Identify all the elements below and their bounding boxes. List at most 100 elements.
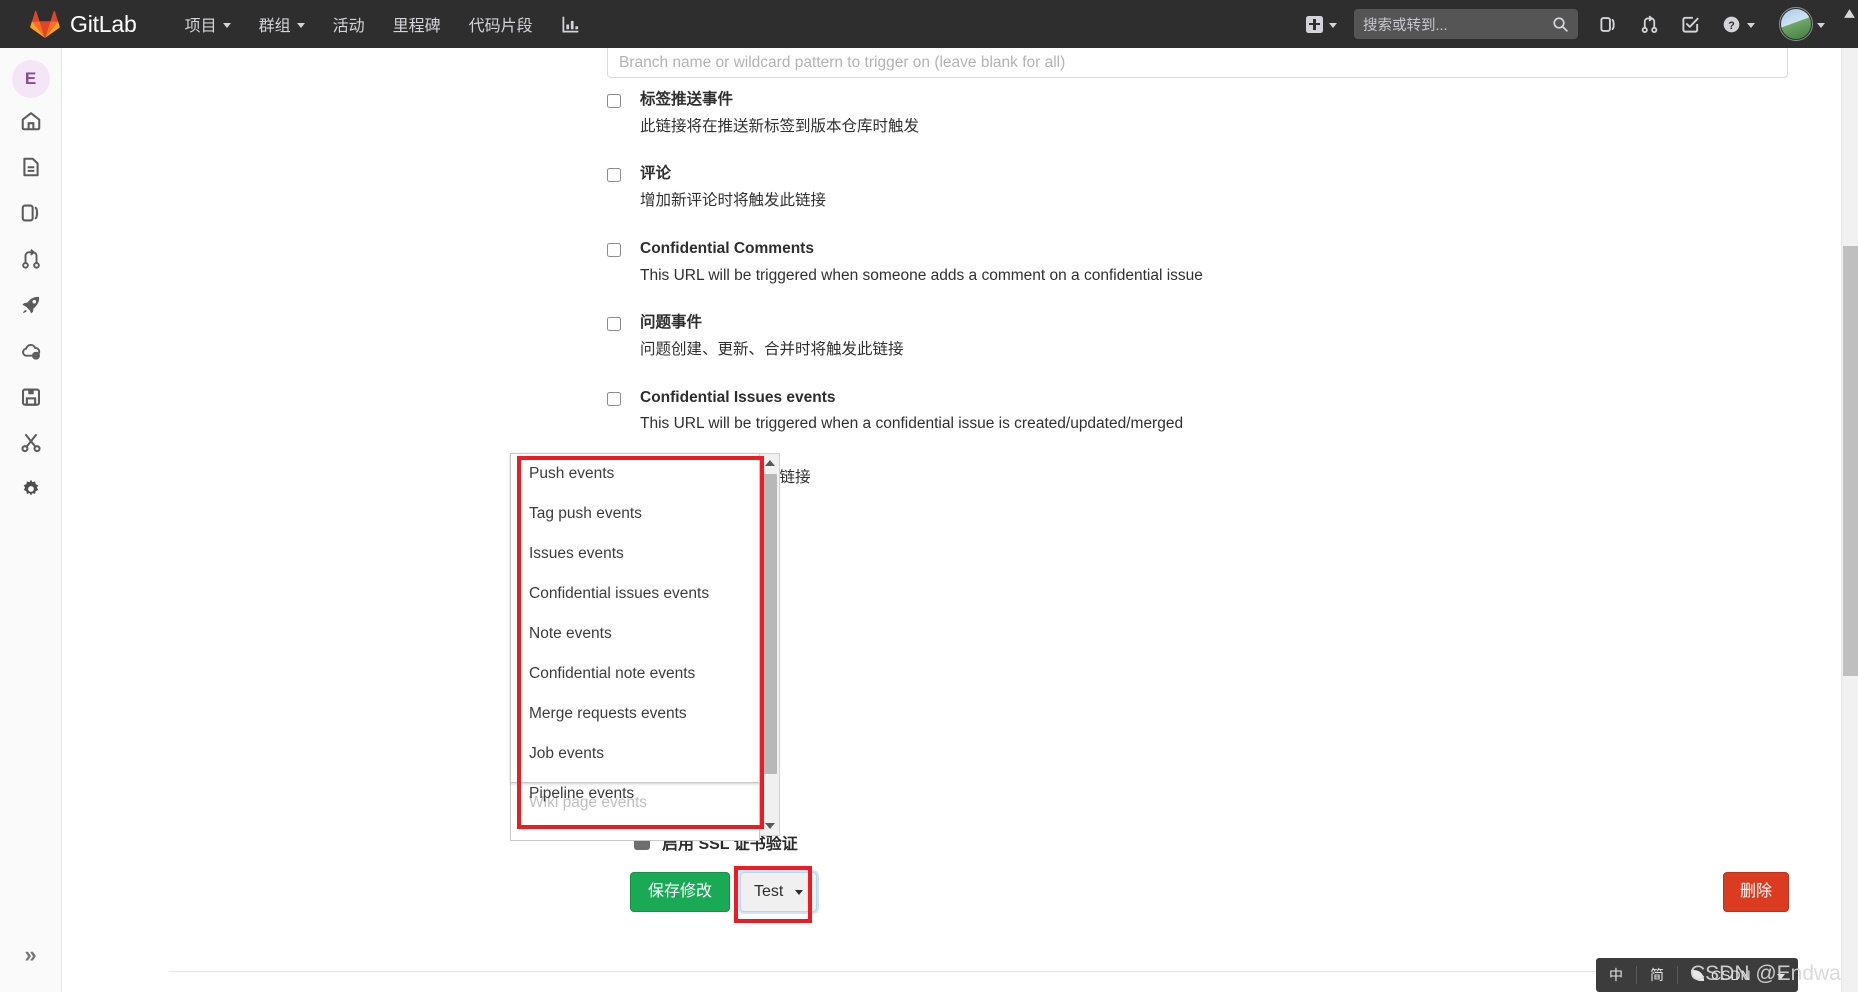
chart-icon (562, 15, 579, 33)
watermark: CSDN @Endwa (1690, 962, 1841, 985)
top-navbar: GitLab 项目 群组 活动 里程碑 代码片段 搜索或转到... ? (0, 0, 1858, 48)
gitlab-brand[interactable]: GitLab (30, 10, 137, 38)
checkbox-issues[interactable] (607, 317, 621, 332)
chevron-down-icon (1329, 22, 1337, 28)
dropdown-item-confidential-issues-events[interactable]: Confidential issues events (511, 574, 759, 614)
trigger-desc: 增加新评论时将触发此链接 (640, 192, 827, 210)
nav-link-activity-label: 活动 (332, 18, 365, 35)
dropdown-item-confidential-note-events[interactable]: Confidential note events (511, 654, 759, 694)
trigger-texts: 评论 增加新评论时将触发此链接 (640, 164, 826, 212)
scroll-up-arrow[interactable] (1843, 6, 1856, 24)
issues-icon (21, 204, 38, 222)
trigger-issues: 问题事件 问题创建、更新、合并时将触发此链接 (607, 313, 1797, 361)
project-avatar[interactable]: E (11, 60, 50, 98)
page-scroll-thumb[interactable] (1843, 246, 1858, 676)
nav-link-analytics[interactable] (547, 0, 594, 48)
plus-square-icon (1306, 15, 1323, 33)
sidebar-item-cicd[interactable] (0, 282, 62, 328)
left-sidebar: E » (0, 48, 62, 992)
sidebar-item-merge-requests[interactable] (0, 236, 62, 282)
save-changes-button[interactable]: 保存修改 (630, 872, 731, 912)
caret-down-icon (795, 890, 804, 896)
chevron-down-icon (1817, 22, 1825, 28)
user-menu-button[interactable] (1766, 0, 1836, 48)
trigger-desc: This URL will be triggered when a confid… (640, 415, 1184, 433)
merge-requests-button[interactable] (1629, 0, 1670, 48)
triangle-down-icon[interactable] (761, 817, 779, 835)
sidebar-item-issues[interactable] (0, 190, 62, 236)
package-icon (21, 388, 40, 406)
nav-links: 项目 群组 活动 里程碑 代码片段 (171, 0, 594, 48)
sidebar-item-project-overview[interactable] (0, 98, 62, 144)
sidebar-expand-button[interactable]: » (0, 932, 62, 978)
double-chevron-right-icon: » (24, 942, 37, 967)
dropdown-item-merge-requests-events[interactable]: Merge requests events (511, 694, 759, 734)
trigger-texts: 问题事件 问题创建、更新、合并时将触发此链接 (640, 313, 904, 361)
nav-link-activity[interactable]: 活动 (319, 0, 379, 48)
trigger-title: 评论 (640, 165, 672, 183)
trigger-occluded-1: 新、合并时将触发此链接 (607, 462, 1797, 489)
search-input[interactable]: 搜索或转到... (1354, 9, 1578, 39)
new-item-button[interactable] (1295, 0, 1348, 48)
nav-link-groups[interactable]: 群组 (245, 0, 319, 48)
scissors-icon (20, 433, 41, 453)
help-button[interactable]: ? (1711, 0, 1766, 48)
main-content: Branch name or wildcard pattern to trigg… (62, 48, 1840, 992)
nav-link-milestones-label: 里程碑 (392, 18, 441, 35)
chevron-down-icon (222, 22, 231, 28)
issues-button[interactable] (1588, 0, 1629, 48)
nav-link-snippets[interactable]: 代码片段 (455, 0, 547, 48)
nav-link-projects[interactable]: 项目 (171, 0, 245, 48)
test-dropdown-button[interactable]: Test (740, 872, 818, 912)
dropdown-item-tag-push-events[interactable]: Tag push events (511, 494, 759, 534)
delete-button[interactable]: 删除 (1723, 872, 1790, 912)
dropdown-scrollbar[interactable] (760, 453, 780, 836)
sidebar-item-repository[interactable] (0, 144, 62, 190)
document-icon (22, 157, 39, 177)
trigger-events-dropdown[interactable]: Push events Tag push events Issues event… (510, 453, 760, 802)
search-icon (1553, 16, 1568, 32)
sidebar-item-packages[interactable] (0, 374, 62, 420)
sidebar-item-snippets[interactable] (0, 420, 62, 466)
ime-script-label: 简 (1650, 967, 1664, 983)
page-scrollbar[interactable] (1841, 48, 1858, 992)
dropdown-item-note-events[interactable]: Note events (511, 614, 759, 654)
triangle-up-icon[interactable] (761, 454, 779, 472)
trigger-texts: Confidential Issues events This URL will… (640, 388, 1183, 436)
trigger-desc: 问题创建、更新、合并时将触发此链接 (640, 341, 904, 359)
dropdown-item-job-events[interactable]: Job events (511, 734, 759, 774)
dropdown-item-issues-events[interactable]: Issues events (511, 534, 759, 574)
gear-icon (23, 479, 38, 496)
dropdown-item-push-events[interactable]: Push events (511, 454, 759, 494)
trigger-confidential-issues: Confidential Issues events This URL will… (607, 388, 1797, 436)
checkbox-tag-push[interactable] (607, 94, 621, 108)
dropdown-scroll-thumb[interactable] (762, 474, 777, 774)
checkbox-confidential-comments[interactable] (607, 242, 621, 257)
trigger-desc: This URL will be triggered when someone … (640, 266, 1203, 284)
nav-link-projects-label: 项目 (184, 18, 217, 35)
trigger-desc: 此链接将在推送新标签到版本仓库时触发 (640, 117, 920, 135)
checkbox-confidential-issues[interactable] (607, 391, 621, 406)
trigger-title: 问题事件 (640, 314, 703, 332)
section-divider (169, 971, 1729, 972)
gitlab-logo-icon (30, 10, 60, 38)
trigger-occluded-4: 时将触发此链接 (607, 622, 1797, 649)
trigger-comments: 评论 增加新评论时将触发此链接 (607, 164, 1797, 212)
svg-text:?: ? (1728, 19, 1735, 31)
ime-script-toggle[interactable]: 简 (1637, 958, 1677, 992)
ime-language-toggle[interactable]: 中 (1596, 958, 1636, 992)
test-button-label: Test (754, 883, 784, 900)
nav-link-groups-label: 群组 (258, 18, 291, 35)
checkbox-comments[interactable] (607, 168, 621, 183)
branch-filter-input[interactable]: Branch name or wildcard pattern to trigg… (607, 48, 1788, 78)
dropdown-item-pipeline-events[interactable]: Pipeline events (511, 774, 759, 814)
form-actions: 保存修改 Test (630, 872, 818, 912)
brand-label: GitLab (70, 10, 137, 37)
chevron-down-icon (1747, 22, 1755, 28)
sidebar-item-operations[interactable] (0, 328, 62, 374)
navbar-right: 搜索或转到... ? (1295, 0, 1836, 48)
todos-button[interactable] (1670, 0, 1711, 48)
nav-link-milestones[interactable]: 里程碑 (379, 0, 455, 48)
trigger-texts: Confidential Comments This URL will be t… (640, 239, 1203, 287)
sidebar-item-settings[interactable] (0, 466, 62, 512)
